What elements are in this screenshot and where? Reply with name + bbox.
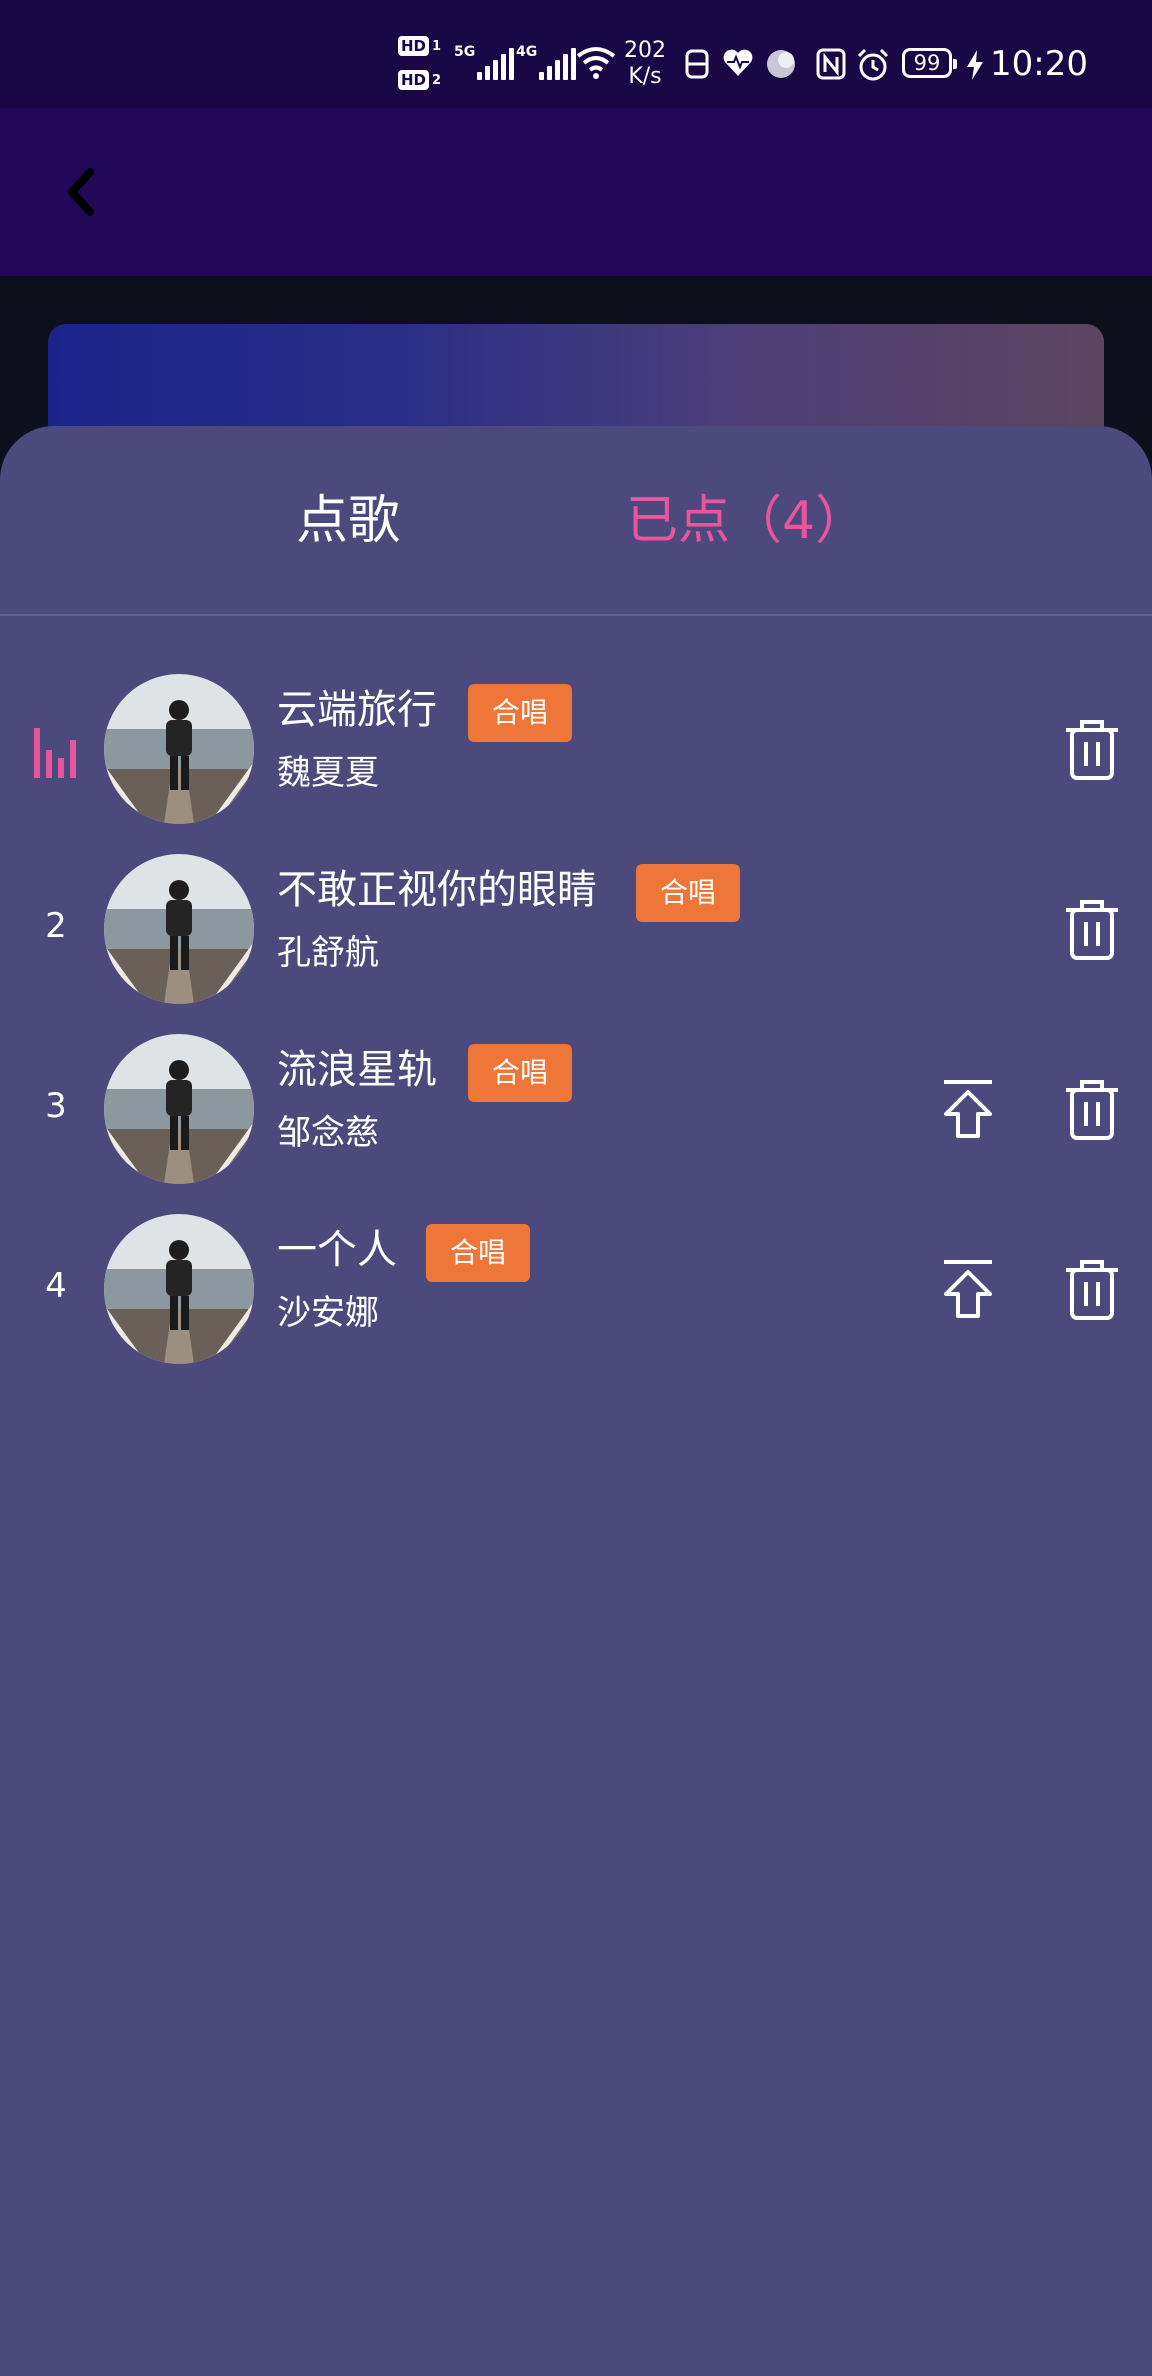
hd1-sub: 1 — [432, 38, 442, 54]
wifi-icon — [576, 47, 616, 79]
song-artist: 邹念慈 — [277, 1113, 379, 1153]
hd-indicators: HD 1 HD 2 — [398, 34, 441, 92]
app-bar — [0, 108, 1152, 276]
song-index: 3 — [45, 1086, 67, 1126]
signal-5g-icon: 5G — [454, 44, 517, 80]
tab-divider — [0, 614, 1152, 616]
chorus-badge: 合唱 — [426, 1224, 531, 1282]
song-artist: 魏夏夏 — [277, 753, 379, 793]
trash-icon[interactable] — [1062, 718, 1122, 782]
chorus-badge: 合唱 — [468, 684, 573, 742]
back-button[interactable] — [56, 164, 112, 220]
nfc-icon — [816, 48, 846, 80]
alarm-icon — [857, 48, 889, 81]
chevron-left-icon — [68, 168, 94, 216]
song-title: 不敢正视你的眼睛 — [277, 867, 597, 913]
song-index: 4 — [45, 1266, 67, 1306]
speed-unit: K/s — [628, 64, 662, 89]
song-title: 一个人 — [277, 1227, 397, 1273]
battery-icon: 99 — [902, 48, 957, 78]
song-cover — [104, 854, 254, 1004]
song-row[interactable]: 3 流浪星轨 合唱 邹念慈 — [0, 1020, 1152, 1200]
song-row[interactable]: 2 不敢正视你的眼睛 合唱 孔舒航 — [0, 840, 1152, 1020]
hd2-label: HD — [398, 70, 430, 90]
charging-icon — [967, 50, 983, 80]
chorus-badge: 合唱 — [468, 1044, 573, 1102]
song-row[interactable]: 云端旅行 合唱 魏夏夏 — [0, 660, 1152, 840]
song-cover — [104, 674, 254, 824]
song-artist: 沙安娜 — [277, 1293, 379, 1333]
signal-4g-label: 4G — [516, 44, 538, 60]
song-row[interactable]: 4 一个人 合唱 沙安娜 — [0, 1200, 1152, 1380]
trash-icon[interactable] — [1062, 898, 1122, 962]
move-to-top-icon[interactable] — [938, 1078, 998, 1142]
signal-4g-icon: 4G — [516, 44, 579, 80]
hd2-sub: 2 — [432, 72, 442, 88]
move-to-top-icon[interactable] — [938, 1258, 998, 1322]
trash-icon[interactable] — [1062, 1258, 1122, 1322]
speed-value: 202 — [624, 38, 666, 63]
sim-icon — [685, 49, 709, 79]
song-index: 2 — [45, 906, 67, 946]
signal-5g-label: 5G — [454, 44, 476, 60]
song-title: 云端旅行 — [277, 687, 437, 733]
song-cover — [104, 1214, 254, 1364]
assistant-icon — [767, 50, 795, 78]
tab-bar: 点歌 已点（4） — [0, 426, 1152, 614]
hd1-label: HD — [398, 36, 430, 56]
playlist-sheet: 点歌 已点（4） 云端旅行 合唱 魏夏夏 2 不敢正视你的眼睛 合唱 孔舒航 3… — [0, 426, 1152, 2376]
song-artist: 孔舒航 — [277, 933, 379, 973]
health-icon — [723, 49, 753, 76]
song-cover — [104, 1034, 254, 1184]
chorus-badge: 合唱 — [636, 864, 741, 922]
tab-order-song[interactable]: 点歌 — [296, 486, 400, 556]
status-bar: HD 1 HD 2 5G 4G 202 K/s 99 10:20 — [0, 0, 1152, 108]
network-speed: 202 K/s — [624, 38, 666, 90]
tab-ordered[interactable]: 已点（4） — [626, 486, 867, 556]
song-title: 流浪星轨 — [277, 1047, 437, 1093]
equalizer-icon — [34, 728, 76, 778]
clock: 10:20 — [990, 44, 1088, 84]
trash-icon[interactable] — [1062, 1078, 1122, 1142]
